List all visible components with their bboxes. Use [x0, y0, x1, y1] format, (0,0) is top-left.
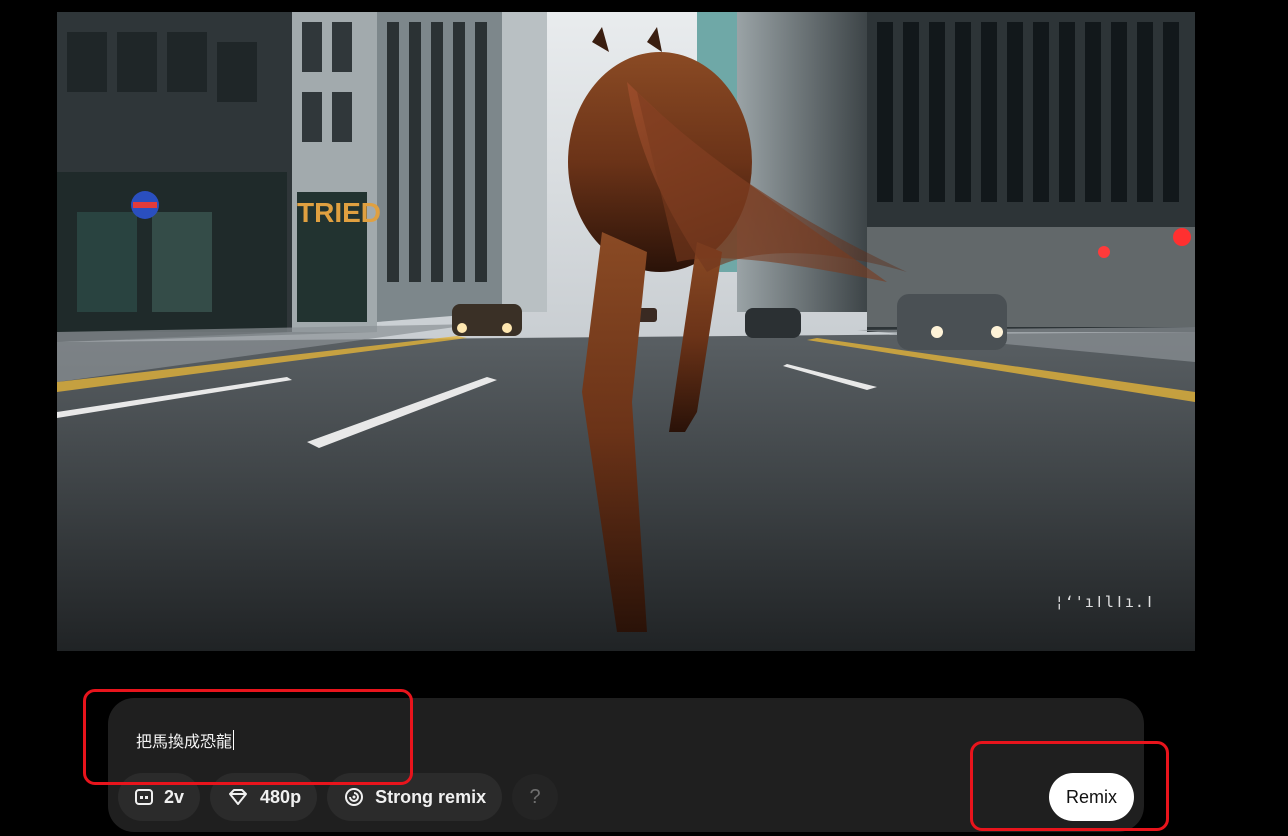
text-caret: [233, 730, 235, 750]
variations-label: 2v: [164, 786, 185, 807]
prompt-text: 把馬換成恐龍: [136, 732, 233, 751]
remix-strength-label: Strong remix: [375, 786, 487, 807]
prompt-input[interactable]: 把馬換成恐龍: [136, 726, 736, 754]
composer-toolbar: 2v 480p Strong remix ?: [118, 773, 559, 821]
help-icon: ?: [529, 785, 541, 808]
resolution-chip[interactable]: 480p: [210, 773, 318, 821]
diamond-icon: [229, 789, 248, 805]
resolution-label: 480p: [260, 786, 302, 807]
video-watermark: ¦ʻ'ıǀlǀı.ǀ: [1054, 593, 1155, 611]
video-preview[interactable]: TRIED ¦ʻ'ıǀlǀı.ǀ: [57, 12, 1195, 651]
remix-button[interactable]: Remix: [1048, 773, 1134, 821]
variations-icon: [135, 789, 153, 805]
page: TRIED ¦ʻ'ıǀlǀı.ǀ 把馬換成恐龍 2v 480p Strong r…: [0, 0, 1288, 836]
help-button[interactable]: ?: [512, 774, 559, 820]
prompt-composer: 把馬換成恐龍 2v 480p Strong remix ? Remix: [108, 698, 1144, 832]
variations-chip[interactable]: 2v: [118, 773, 201, 821]
storefront-sign: TRIED: [297, 197, 381, 228]
video-frame-illustration: TRIED: [57, 12, 1195, 651]
swirl-icon: [345, 788, 364, 806]
remix-strength-chip[interactable]: Strong remix: [327, 773, 503, 821]
